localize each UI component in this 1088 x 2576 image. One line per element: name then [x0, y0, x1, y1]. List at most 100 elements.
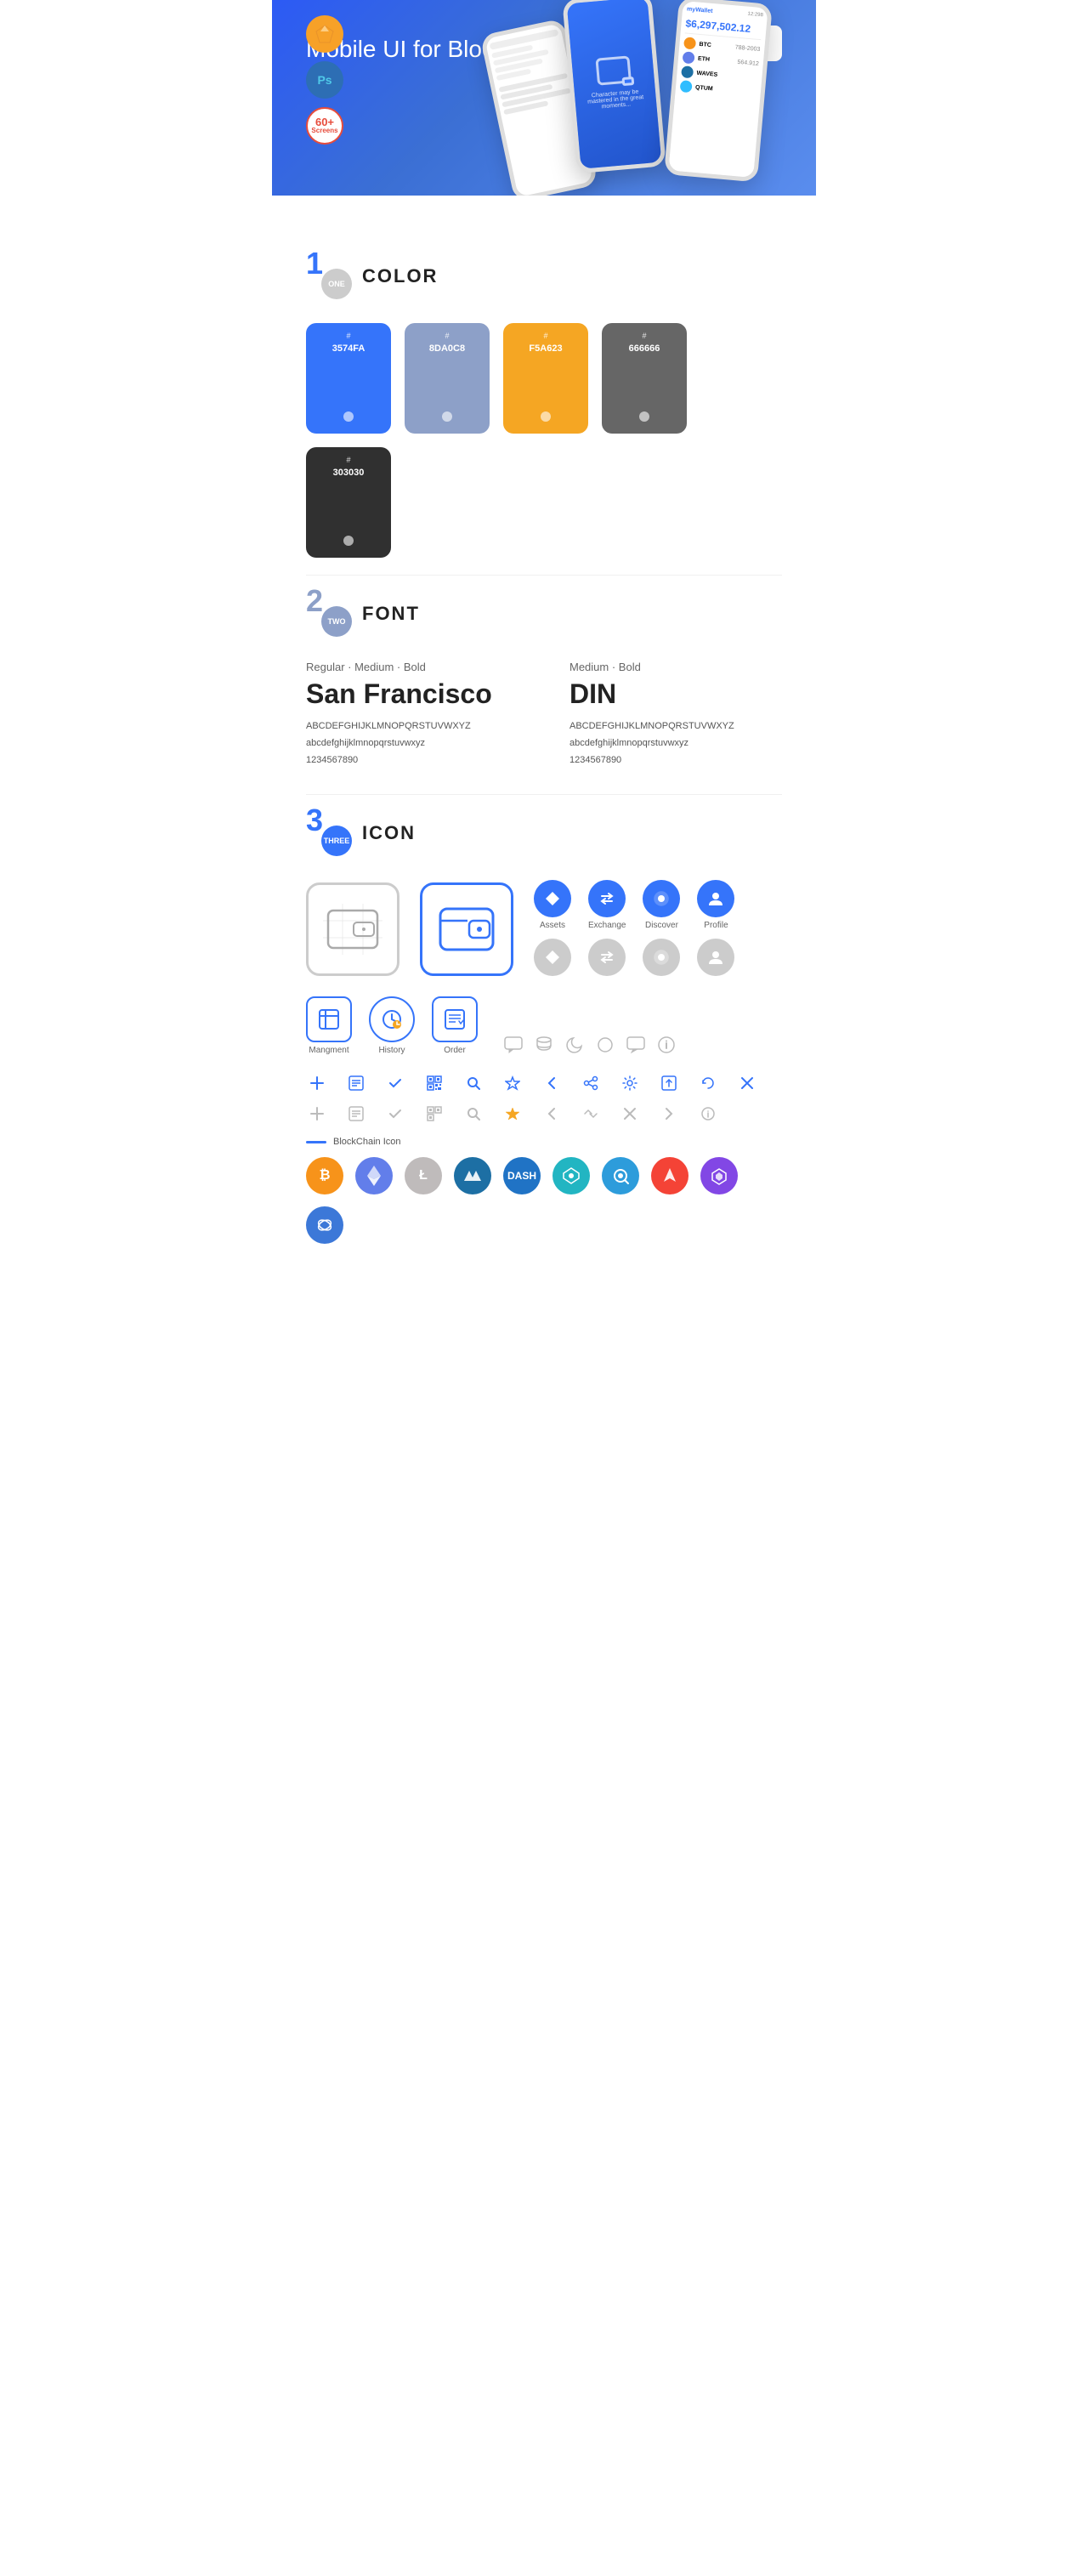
icon-item-discover: Discover — [643, 880, 680, 976]
color-swatch-blue: # 3574FA — [306, 323, 391, 434]
sf-upper: ABCDEFGHIJKLMNOPQRSTUVWXYZ abcdefghijklm… — [306, 718, 518, 769]
search-icon-gray — [462, 1103, 484, 1125]
section-number-1: 1 ONE — [306, 255, 348, 298]
star-icon-gray — [502, 1103, 524, 1125]
color-swatch-slate: # 8DA0C8 — [405, 323, 490, 434]
one-circle: ONE — [321, 269, 352, 299]
icon-history: History — [369, 996, 415, 1055]
exchange-icon-gray — [588, 939, 626, 976]
discover-icon — [643, 880, 680, 917]
wallet-icon-blue — [420, 882, 513, 976]
icons-secondary-row: Mangment History — [306, 996, 782, 1055]
info-icon-gray — [697, 1103, 719, 1125]
font-title: FONT — [362, 603, 420, 625]
font-row: Regular · Medium · Bold San Francisco AB… — [306, 661, 782, 769]
color-section-header: 1 ONE COLOR — [306, 255, 782, 298]
management-icon-box — [306, 996, 352, 1042]
plus-icon — [306, 1072, 328, 1094]
poly-icon — [306, 1206, 343, 1244]
share-icon — [580, 1072, 602, 1094]
misc-icons-row — [503, 1035, 677, 1055]
moon-icon — [564, 1035, 585, 1055]
profile-icon — [697, 880, 734, 917]
stack-icon — [534, 1035, 554, 1055]
matic-icon — [700, 1157, 738, 1194]
assets-icon — [534, 880, 571, 917]
color-dot — [343, 536, 354, 546]
arrow-right-gray — [658, 1103, 680, 1125]
section-number-2: 2 TWO — [306, 593, 348, 635]
order-icon-box — [432, 996, 478, 1042]
icon-management: Mangment — [306, 996, 352, 1055]
close-icon — [736, 1072, 758, 1094]
din-chars: ABCDEFGHIJKLMNOPQRSTUVWXYZ abcdefghijklm… — [570, 718, 782, 769]
font-col-sf: Regular · Medium · Bold San Francisco AB… — [306, 661, 518, 769]
history-icon-circle — [369, 996, 415, 1042]
icon-item-exchange: Exchange — [588, 880, 626, 976]
assets-icon-gray — [534, 939, 571, 976]
two-circle: TWO — [321, 606, 352, 637]
waves-icon — [454, 1157, 491, 1194]
screens-badge: 60+ Screens — [306, 107, 343, 145]
sketch-badge — [306, 15, 343, 53]
ltc-icon: Ł — [405, 1157, 442, 1194]
color-swatch-gray: # 666666 — [602, 323, 687, 434]
comment-icon — [503, 1035, 524, 1055]
color-dot — [442, 411, 452, 422]
profile-icon-gray — [697, 939, 734, 976]
wallet-icon-outline — [306, 882, 400, 976]
din-style: Medium · Bold — [570, 661, 782, 673]
edit-icon — [345, 1072, 367, 1094]
blockchain-label: BlockChain Icon — [333, 1137, 401, 1147]
qtum-icon — [602, 1157, 639, 1194]
color-dot — [541, 411, 551, 422]
exchange-icon — [588, 880, 626, 917]
colors-row: # 3574FA # 8DA0C8 # F5A623 # 666666 # 30… — [306, 323, 782, 558]
check-icon — [384, 1072, 406, 1094]
x-icon-gray — [619, 1103, 641, 1125]
three-circle: THREE — [321, 826, 352, 856]
font-section-header: 2 TWO FONT — [306, 593, 782, 635]
zen-icon — [552, 1157, 590, 1194]
icon-item-profile: Profile — [697, 880, 734, 976]
search-icon — [462, 1072, 484, 1094]
blockchain-label-row: BlockChain Icon — [306, 1137, 782, 1147]
discover-icon-gray — [643, 939, 680, 976]
star-icon — [502, 1072, 524, 1094]
phone-mockups: Character may be mastered in the great m… — [459, 0, 816, 196]
icon-item-assets: Assets — [534, 880, 571, 976]
sf-style: Regular · Medium · Bold — [306, 661, 518, 673]
circle-icon — [595, 1035, 615, 1055]
icon-order: Order — [432, 996, 478, 1055]
check-icon-gray — [384, 1103, 406, 1125]
back-icon-gray — [541, 1103, 563, 1125]
small-icons-row-2 — [306, 1103, 782, 1125]
color-section: 1 ONE COLOR # 3574FA # 8DA0C8 # F5A623 #… — [272, 221, 816, 575]
blockchain-line — [306, 1141, 326, 1143]
ps-badge: Ps — [306, 61, 343, 99]
settings-icon — [619, 1072, 641, 1094]
hero-badges: Ps 60+ Screens — [306, 15, 343, 145]
color-swatch-orange: # F5A623 — [503, 323, 588, 434]
refresh-icon — [697, 1072, 719, 1094]
icon-section: 3 THREE ICON — [272, 795, 816, 1303]
upload-icon — [658, 1072, 680, 1094]
ark-icon — [651, 1157, 688, 1194]
plus-icon-gray — [306, 1103, 328, 1125]
section-number-3: 3 THREE — [306, 812, 348, 854]
eth-icon — [355, 1157, 393, 1194]
hero-section: Mobile UI for Blockchain Wallet UI Kit P… — [272, 0, 816, 196]
icons-main-row: Assets Exchange — [306, 880, 782, 976]
color-dot — [343, 411, 354, 422]
edit-icon-gray — [345, 1103, 367, 1125]
arrows-icon-gray — [580, 1103, 602, 1125]
din-name: DIN — [570, 678, 782, 710]
speech-icon — [626, 1035, 646, 1055]
btc-icon: ₿ — [306, 1157, 343, 1194]
back-icon — [541, 1072, 563, 1094]
info-icon — [656, 1035, 677, 1055]
font-col-din: Medium · Bold DIN ABCDEFGHIJKLMNOPQRSTUV… — [570, 661, 782, 769]
qr-icon-gray — [423, 1103, 445, 1125]
font-section: 2 TWO FONT Regular · Medium · Bold San F… — [272, 576, 816, 794]
icon-section-header: 3 THREE ICON — [306, 812, 782, 854]
